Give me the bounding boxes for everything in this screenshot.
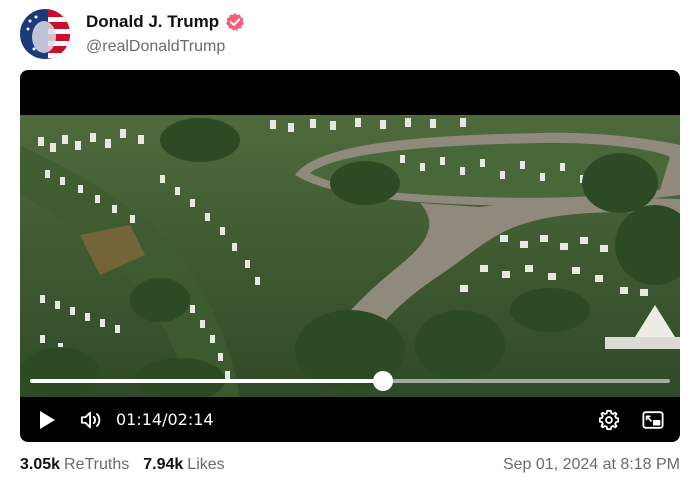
handle[interactable]: @realDonaldTrump	[86, 38, 245, 56]
retruths-stat[interactable]: 3.05k ReTruths	[20, 456, 129, 474]
retruths-label: ReTruths	[64, 456, 130, 473]
video-controls: 01:14/02:14	[20, 397, 680, 442]
avatar[interactable]	[20, 9, 70, 59]
current-time: 01:14	[116, 410, 163, 429]
volume-icon[interactable]	[80, 409, 102, 431]
retruths-count: 3.05k	[20, 456, 61, 473]
post-timestamp[interactable]: Sep 01, 2024 at 8:18 PM	[503, 456, 680, 474]
post-header: Donald J. Trump @realDonaldTrump	[20, 8, 680, 60]
progress-bar[interactable]	[30, 371, 670, 391]
gear-icon[interactable]	[598, 409, 620, 431]
name-row: Donald J. Trump	[86, 12, 245, 32]
likes-count: 7.94k	[143, 456, 184, 473]
likes-stat[interactable]: 7.94k Likes	[143, 456, 224, 474]
progress-fill	[30, 379, 384, 383]
likes-label: Likes	[187, 456, 225, 473]
verified-badge-icon	[225, 12, 245, 32]
author-info: Donald J. Trump @realDonaldTrump	[86, 12, 245, 56]
picture-in-picture-icon[interactable]	[642, 409, 664, 431]
duration: 02:14	[167, 410, 214, 429]
display-name[interactable]: Donald J. Trump	[86, 12, 219, 32]
post-footer: 3.05k ReTruths 7.94k Likes Sep 01, 2024 …	[20, 452, 680, 478]
video-player[interactable]: 01:14/02:14	[20, 70, 680, 442]
video-frame[interactable]	[20, 115, 680, 403]
time-display: 01:14/02:14	[116, 410, 214, 429]
play-icon[interactable]	[36, 409, 58, 431]
